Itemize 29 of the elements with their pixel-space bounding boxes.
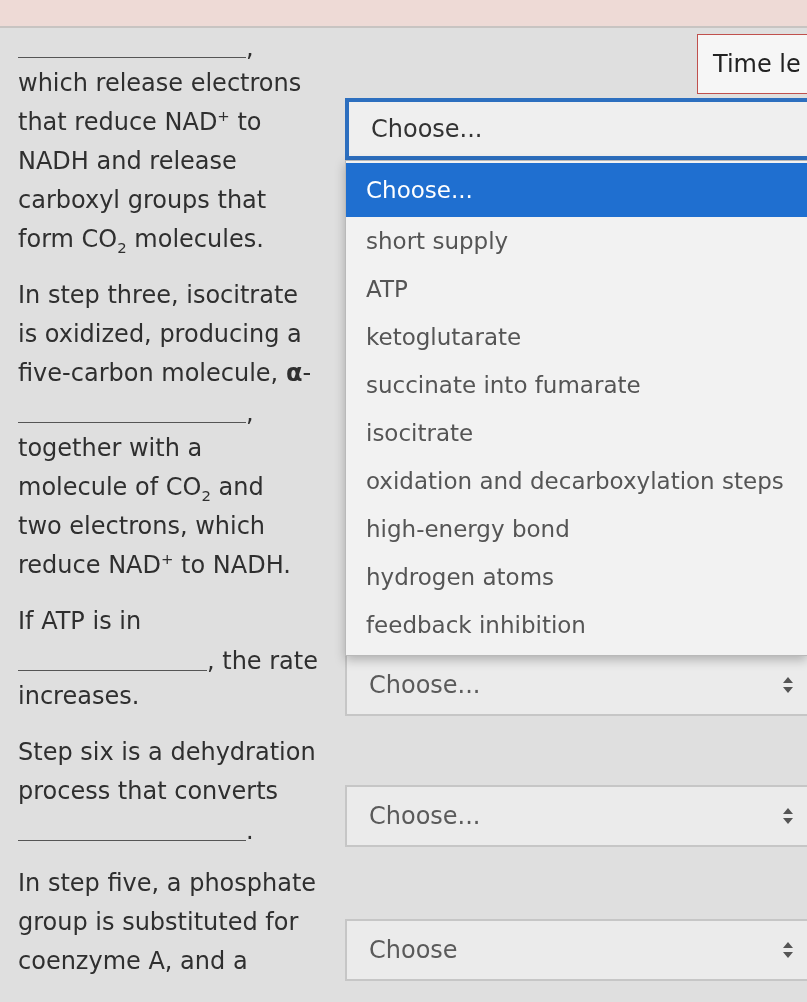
dropdown-select[interactable]: Choose... <box>345 785 807 847</box>
question-text: increases. <box>18 681 140 712</box>
dropdown-select[interactable]: Choose <box>345 919 807 981</box>
question-text: In step five, a phosphate group is substituted for coenzyme A, and a <box>18 868 317 977</box>
question-text: , <box>246 33 254 64</box>
dropdown-option[interactable]: hydrogen atoms <box>346 553 807 601</box>
dropdown-option[interactable]: high-energy bond <box>346 505 807 553</box>
question-text: In step three, isocitrate is oxidized, producing a five-carbon molecule, α- <box>18 280 312 389</box>
question-text: together with a molecule of CO$_{2}$ and two electrons, which reduce NAD$^{+}$ to NADH. <box>18 433 291 581</box>
dropdown-option[interactable]: feedback inhibition <box>346 601 807 649</box>
updown-arrows-icon <box>783 942 793 958</box>
question-text: , <box>246 398 254 429</box>
dropdown-option[interactable]: ketoglutarate <box>346 313 807 361</box>
question-text: which release electrons that reduce NAD$^{+}$ to NADH and release carboxyl groups that form CO$_{2}$ molecules. <box>18 68 302 259</box>
dropdown-option[interactable]: succinate into fumarate <box>346 361 807 409</box>
question-text: Step six is a dehydration process that converts <box>18 737 316 807</box>
dropdown-select[interactable]: Choose... <box>345 98 807 160</box>
question-text: . <box>246 816 254 847</box>
dropdown-option[interactable]: isocitrate <box>346 409 807 457</box>
dropdown-select[interactable]: Choose... <box>345 654 807 716</box>
updown-arrows-icon <box>783 677 793 693</box>
timer-box: Time le <box>697 34 807 94</box>
dropdown-option[interactable]: short supply <box>346 217 807 265</box>
dropdown-option[interactable]: oxidation and decarboxylation steps <box>346 457 807 505</box>
question-text: If ATP is in <box>18 606 142 637</box>
dropdown-option[interactable]: ATP <box>346 265 807 313</box>
question-text: , the rate <box>206 646 318 677</box>
dropdown-option[interactable]: Choose... <box>346 163 807 217</box>
updown-arrows-icon <box>783 808 793 824</box>
